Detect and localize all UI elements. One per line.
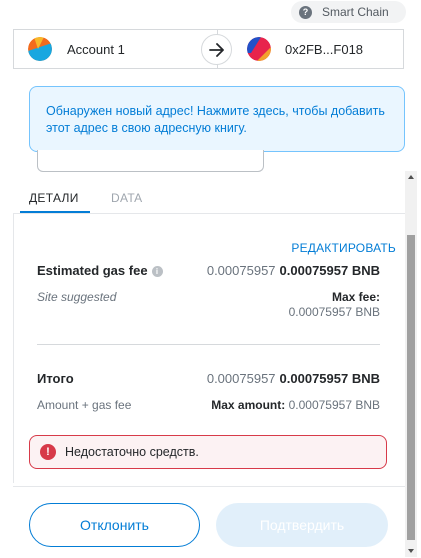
tab-details[interactable]: ДЕТАЛИ	[29, 191, 79, 205]
gas-fee-note: Site suggested	[37, 290, 117, 304]
reject-button[interactable]: Отклонить	[29, 503, 200, 547]
total-note: Amount + gas fee	[37, 398, 132, 412]
network-label: Smart Chain	[322, 5, 389, 19]
account-bar: Account 1 0x2FB...F018	[13, 29, 404, 69]
footer-divider	[13, 486, 405, 487]
confirm-button[interactable]: Подтвердить	[216, 503, 388, 547]
total-secondary: 0.00075957	[206, 371, 276, 386]
question-icon: ?	[299, 5, 312, 19]
gas-fee-secondary: 0.00075957	[206, 263, 276, 278]
max-amount-value: 0.00075957 BNB	[288, 398, 380, 412]
sender-account[interactable]: Account 1	[28, 37, 125, 61]
new-address-notice[interactable]: Обнаружен новый адрес! Нажмите здесь, чт…	[29, 86, 405, 152]
max-fee: Max fee: 0.00075957 BNB	[289, 290, 380, 320]
network-selector[interactable]: ? Smart Chain	[291, 1, 406, 23]
total-primary: 0.00075957 BNB	[279, 371, 380, 386]
recipient-account[interactable]: 0x2FB...F018	[247, 37, 363, 61]
nickname-input-edge	[37, 150, 264, 172]
gas-fee-primary: 0.00075957 BNB	[279, 263, 380, 278]
recipient-avatar	[247, 37, 271, 61]
error-text: Недостаточно средств.	[65, 445, 199, 459]
scroll-down-arrow[interactable]	[408, 549, 414, 553]
total-title: Итого	[37, 371, 74, 386]
insufficient-funds-alert: ! Недостаточно средств.	[29, 435, 387, 469]
max-fee-value: 0.00075957 BNB	[288, 305, 380, 319]
section-divider	[37, 344, 380, 345]
edit-gas-link[interactable]: РЕДАКТИРОВАТЬ	[291, 241, 396, 255]
max-fee-label: Max fee:	[331, 290, 380, 304]
total-amounts: 0.00075957 0.00075957 BNB	[207, 371, 380, 386]
tab-data[interactable]: DATA	[111, 191, 142, 205]
notice-text: Обнаружен новый адрес! Нажмите здесь, чт…	[46, 104, 385, 135]
arrow-right-icon	[201, 34, 232, 65]
scroll-up-arrow[interactable]	[408, 175, 414, 179]
gas-fee-title: Estimated gas fee i	[37, 263, 163, 278]
sender-name: Account 1	[67, 41, 125, 57]
error-icon: !	[40, 444, 56, 460]
gas-fee-amounts: 0.00075957 0.00075957 BNB	[207, 263, 380, 278]
scrollbar-thumb[interactable]	[407, 235, 415, 540]
gas-fee-label: Estimated gas fee	[37, 263, 148, 278]
sender-avatar	[28, 37, 52, 61]
max-amount: Max amount: 0.00075957 BNB	[211, 398, 380, 412]
tab-bar: ДЕТАЛИ DATA	[13, 182, 407, 214]
info-icon[interactable]: i	[151, 266, 163, 277]
max-amount-label: Max amount:	[211, 398, 286, 412]
recipient-address: 0x2FB...F018	[285, 41, 364, 57]
